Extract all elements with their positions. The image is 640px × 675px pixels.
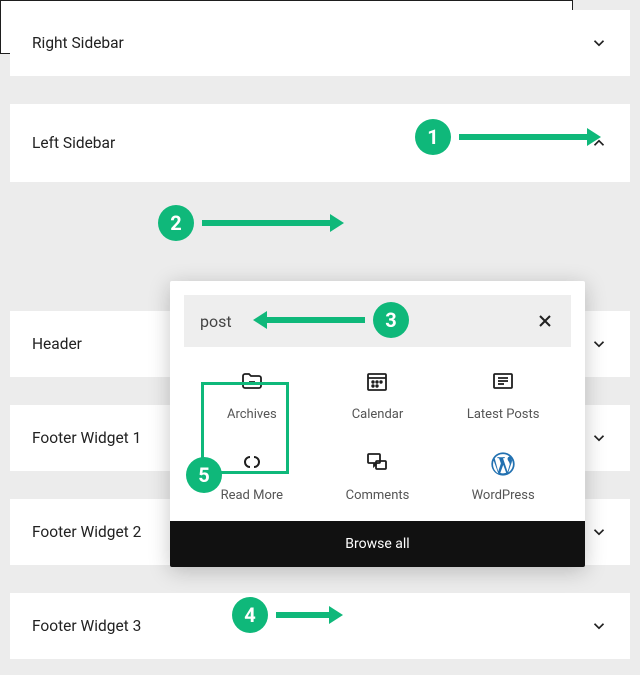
- calendar-icon: [363, 369, 391, 393]
- wordpress-icon: [489, 450, 517, 474]
- inserter-results-grid: Archives Calendar Latest Posts Read More…: [170, 355, 585, 521]
- archives-icon: [238, 369, 266, 393]
- chevron-up-icon: [590, 134, 608, 152]
- inserter-search-row: [184, 295, 571, 347]
- block-label: Read More: [221, 488, 283, 503]
- panel-title: Footer Widget 1: [32, 429, 141, 447]
- browse-all-label: Browse all: [345, 536, 409, 552]
- chevron-down-icon: [590, 523, 608, 541]
- panel-right-sidebar[interactable]: Right Sidebar: [10, 10, 630, 76]
- block-label: Calendar: [352, 407, 404, 422]
- panel-title: Right Sidebar: [32, 34, 124, 52]
- panel-left-sidebar[interactable]: Left Sidebar: [10, 104, 630, 182]
- read-more-icon: [238, 450, 266, 474]
- panel-title: Footer Widget 3: [32, 617, 141, 635]
- block-latest-posts[interactable]: Latest Posts: [445, 369, 561, 422]
- panel-title: Footer Widget 2: [32, 523, 141, 541]
- block-wordpress[interactable]: WordPress: [445, 450, 561, 503]
- block-label: Comments: [346, 488, 410, 503]
- chevron-down-icon: [590, 429, 608, 447]
- annotation-number: 2: [158, 205, 194, 241]
- browse-all-button[interactable]: Browse all: [170, 521, 585, 567]
- chevron-down-icon: [590, 34, 608, 52]
- block-label: Archives: [227, 407, 277, 422]
- block-comments[interactable]: Comments: [320, 450, 436, 503]
- block-label: WordPress: [472, 488, 535, 503]
- panel-footer-widget-3[interactable]: Footer Widget 3: [10, 593, 630, 659]
- block-label: Latest Posts: [467, 407, 540, 422]
- chevron-down-icon: [590, 335, 608, 353]
- clear-search-button[interactable]: [535, 311, 555, 331]
- panel-title: Header: [32, 335, 82, 353]
- chevron-down-icon: [590, 617, 608, 635]
- block-archives[interactable]: Archives: [194, 369, 310, 422]
- block-read-more[interactable]: Read More: [194, 450, 310, 503]
- panel-title: Left Sidebar: [32, 134, 115, 152]
- block-inserter-popover: Archives Calendar Latest Posts Read More…: [170, 281, 585, 567]
- annotation-2: 2: [158, 205, 332, 241]
- latest-posts-icon: [489, 369, 517, 393]
- block-calendar[interactable]: Calendar: [320, 369, 436, 422]
- comments-icon: [363, 450, 391, 474]
- search-input[interactable]: [200, 312, 535, 331]
- arrow-right-icon: [202, 220, 332, 226]
